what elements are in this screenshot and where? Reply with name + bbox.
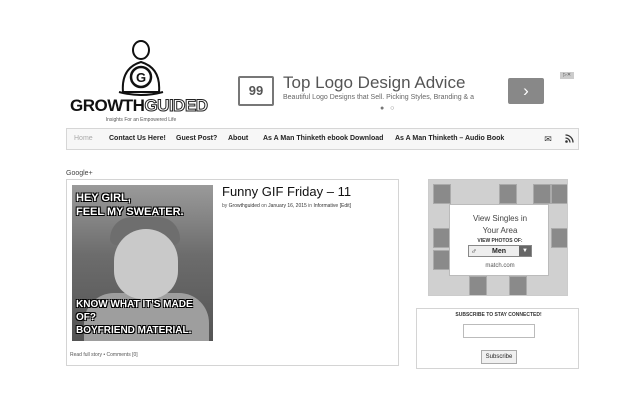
nav-item-home[interactable]: Home: [74, 129, 93, 149]
dating-ad-gender-select[interactable]: ♂ Men ▼: [468, 245, 532, 257]
ad-photo-tile: [509, 276, 527, 295]
ad-photo-tile: [533, 184, 551, 204]
post-category-link[interactable]: Informative: [313, 203, 338, 209]
person-icon: ♂: [471, 247, 477, 256]
ad-photo-tile: [433, 184, 451, 204]
ad-logo-icon: 99: [238, 76, 274, 106]
meme-bottom-caption: KNOW WHAT IT'S MADE OF? BOYFRIEND MATERI…: [76, 299, 193, 336]
dating-ad-title: View Singles in Your Area: [472, 214, 528, 235]
site-logo[interactable]: G GROWTHGUIDED Insights For an Empowered…: [70, 40, 212, 124]
nav-item-audio-book[interactable]: As A Man Thinketh – Audio Book: [395, 129, 504, 149]
post-meme-image[interactable]: HEY GIRL, FEEL MY SWEATER. KNOW WHAT IT'…: [72, 185, 213, 341]
subscribe-widget: SUBSCRIBE TO STAY CONNECTED! Subscribe: [416, 308, 579, 369]
dating-ad-panel: View Singles in Your Area VIEW PHOTOS OF…: [449, 204, 549, 276]
main-nav: Home Contact Us Here! Guest Post? About …: [66, 128, 579, 150]
buddha-logo-icon: G: [118, 40, 164, 96]
post-card: HEY GIRL, FEEL MY SWEATER. KNOW WHAT IT'…: [66, 179, 399, 366]
nav-item-about[interactable]: About: [228, 129, 248, 149]
ad-description: Beautiful Logo Designs that Sell. Pickin…: [283, 94, 475, 101]
post-meta: by Growthguided on January 16, 2015 in I…: [222, 203, 351, 209]
page: G GROWTHGUIDED Insights For an Empowered…: [0, 0, 640, 400]
dating-ad[interactable]: View Singles in Your Area VIEW PHOTOS OF…: [428, 179, 568, 296]
subscribe-button[interactable]: Subscribe: [481, 350, 517, 364]
ad-choices-icon[interactable]: ▷✕: [560, 72, 574, 79]
svg-text:G: G: [136, 70, 146, 85]
read-full-story-link[interactable]: Read full story: [70, 352, 102, 358]
ad-banner[interactable]: 99 Top Logo Design Advice Beautiful Logo…: [238, 72, 576, 112]
rss-icon[interactable]: [564, 134, 574, 144]
comments-link[interactable]: Comments [0]: [107, 352, 138, 358]
ad-photo-tile: [551, 228, 567, 248]
chevron-down-icon[interactable]: ▼: [519, 246, 531, 256]
dating-ad-brand: match.com: [485, 263, 515, 269]
post-footer: Read full story • Comments [0]: [70, 352, 138, 358]
nav-item-ebook-download[interactable]: As A Man Thinketh ebook Download: [263, 129, 383, 149]
post-author-link[interactable]: Growthguided: [229, 203, 260, 209]
ad-photo-tile: [551, 184, 567, 204]
meme-face-shape: [114, 229, 178, 299]
post-edit-link[interactable]: [Edit]: [338, 203, 351, 209]
nav-item-guest-post[interactable]: Guest Post?: [176, 129, 217, 149]
nav-item-contact[interactable]: Contact Us Here!: [109, 129, 166, 149]
ad-pagination-dots[interactable]: ● ○: [380, 105, 396, 112]
ad-next-button[interactable]: ›: [508, 78, 544, 104]
google-plus-link[interactable]: Google+: [66, 170, 93, 177]
subscribe-email-field[interactable]: [463, 324, 535, 338]
post-date-link[interactable]: January 16, 2015: [268, 203, 307, 209]
logo-tagline: Insights For an Empowered Life: [105, 117, 177, 123]
ad-photo-tile: [469, 276, 487, 295]
subscribe-title: SUBSCRIBE TO STAY CONNECTED!: [455, 312, 542, 318]
post-title[interactable]: Funny GIF Friday – 11: [222, 184, 351, 199]
mail-icon[interactable]: ✉: [543, 134, 553, 144]
ad-title[interactable]: Top Logo Design Advice: [283, 73, 465, 93]
dating-ad-view-label: VIEW PHOTOS OF:: [477, 238, 523, 244]
meme-top-caption: HEY GIRL, FEEL MY SWEATER.: [76, 192, 184, 218]
ad-photo-tile: [499, 184, 517, 204]
logo-wordmark: GROWTHGUIDED: [70, 96, 209, 116]
